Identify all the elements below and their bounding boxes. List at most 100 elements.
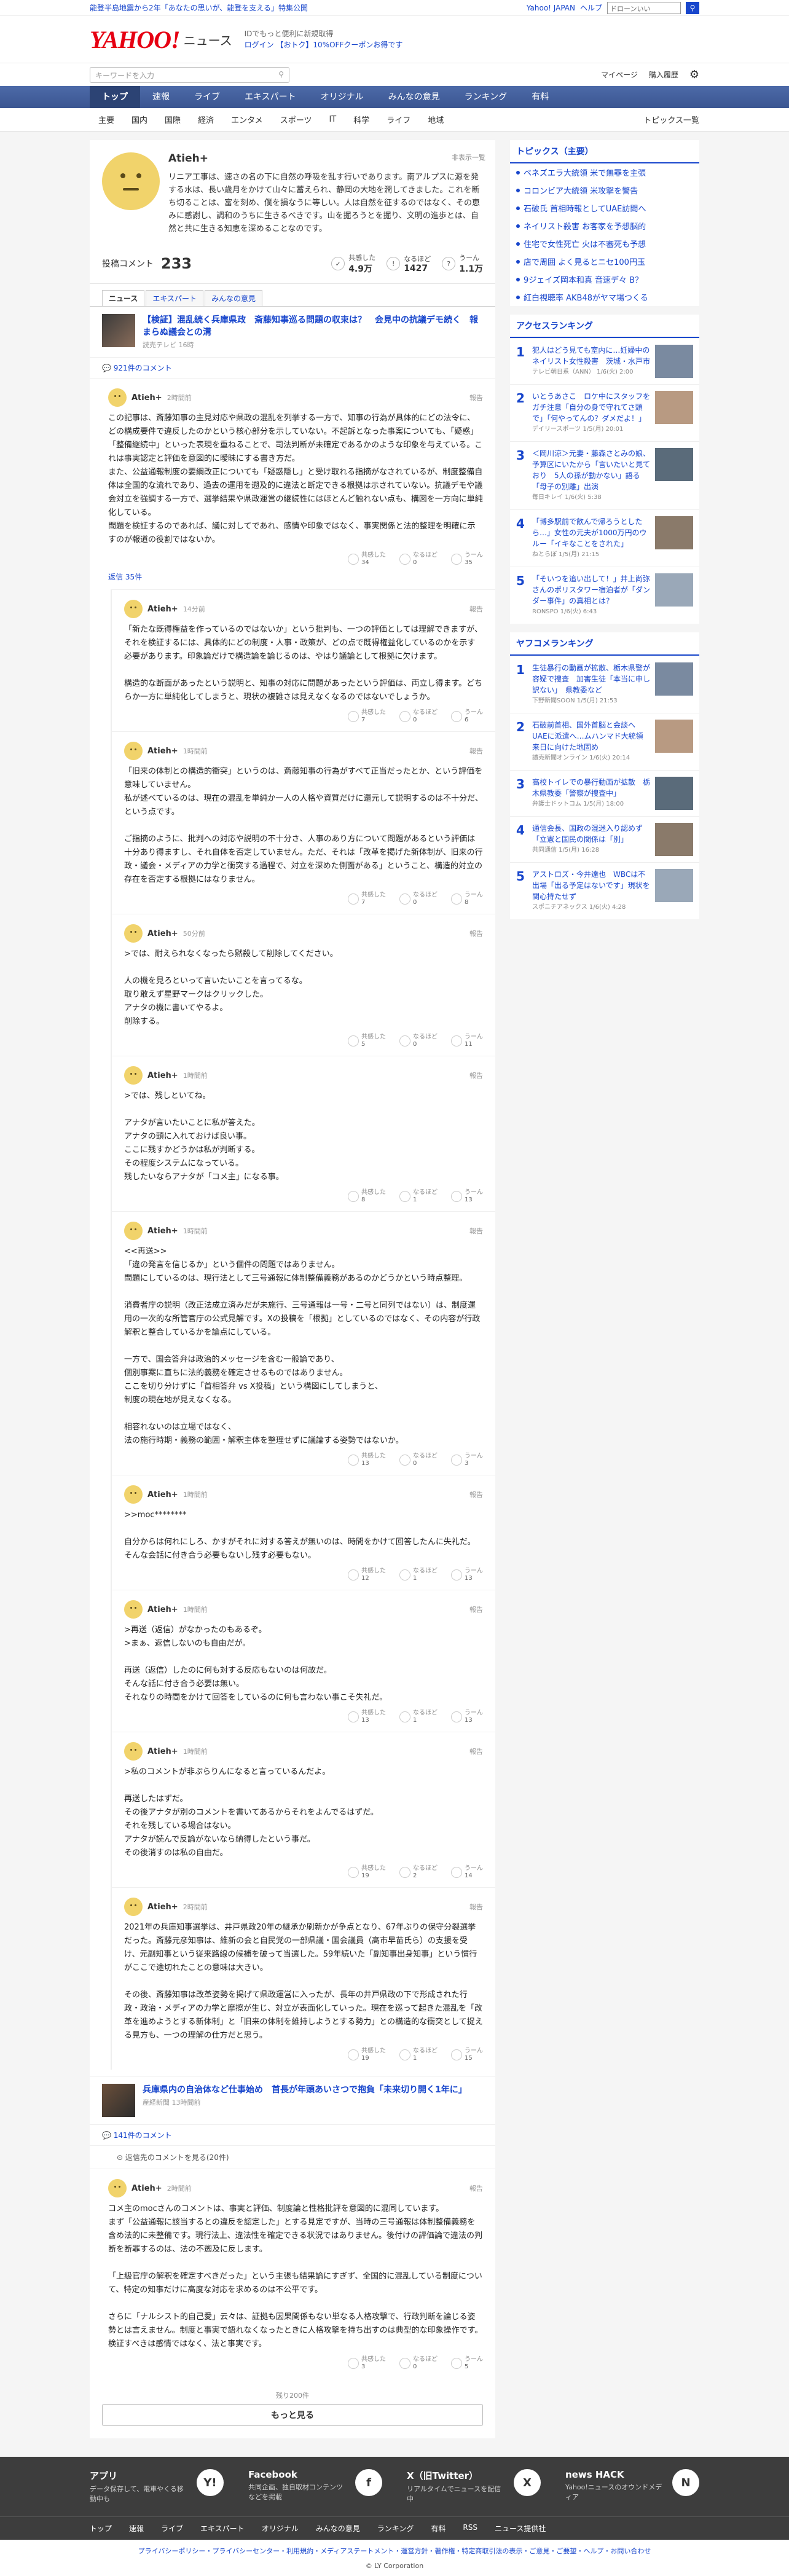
topic-label[interactable]: 9ジェイズ岡本和真 音速デ々 B？ xyxy=(524,273,643,285)
footer-nav-item[interactable]: RSS xyxy=(463,2523,477,2534)
gnav-ranking[interactable]: ランキング xyxy=(452,86,520,108)
footer-nav-item[interactable]: みんなの意見 xyxy=(316,2523,360,2534)
topic-item[interactable]: ネイリスト殺害 お客家を予想脳的 xyxy=(510,217,699,235)
report-link[interactable]: 報告 xyxy=(469,746,483,756)
hmm-button[interactable]: うーん 13 xyxy=(451,1568,483,1582)
ranking-item[interactable]: 3 ＜岡川涼＞元妻・藤森さとみの娘、予算区にいたから「言いたいと見ており 5人の孫… xyxy=(510,441,699,509)
naruhodo-button[interactable]: なるほど 0 xyxy=(399,892,438,906)
promo-line-1[interactable]: IDでもっと便利に新規取得 xyxy=(245,28,403,39)
report-link[interactable]: 報告 xyxy=(469,1604,483,1614)
hmm-button[interactable]: うーん 6 xyxy=(451,709,483,724)
comment-author[interactable]: Atieh+ xyxy=(147,1071,178,1080)
hmm-button[interactable]: うーん 5 xyxy=(451,2356,483,2371)
topic-item[interactable]: ベネズエラ大統領 米で無罪を主張 xyxy=(510,163,699,181)
yahoo-logo[interactable]: YAHOO! xyxy=(90,25,181,54)
naruhodo-button[interactable]: なるほど 0 xyxy=(399,1453,438,1467)
comment-author[interactable]: Atieh+ xyxy=(147,1227,178,1236)
comment-count-link[interactable]: 💬 141件のコメント xyxy=(90,2125,495,2145)
ranking-text[interactable]: アストロズ・今井達也 WBCは不出場「出る予定はないです」現状を関心持たせず スポ… xyxy=(532,869,650,913)
article-title[interactable]: 兵庫県内の自治体など仕事始め 首長が年頭あいさつで抱負「未来切り開く1年に」 xyxy=(143,2084,467,2096)
ranking-text[interactable]: 「博多駅前で飲んで帰ろうとしたら…」女性の元夫が1000万円のウルー「イキなこと… xyxy=(532,516,650,560)
footer-col-title[interactable]: アプリ xyxy=(90,2469,188,2482)
ranking-title[interactable]: アストロズ・今井達也 WBCは不出場「出る予定はないです」現状を関心持たせず xyxy=(532,870,650,901)
ranking-title[interactable]: 犯人はどう見ても室内に…妊婦中のネイリスト女性殺害 茨城・水戸市 xyxy=(532,346,650,366)
hmm-button[interactable]: うーん 14 xyxy=(451,1865,483,1880)
app-icon[interactable]: Y! xyxy=(197,2469,224,2496)
empathy-button[interactable]: 共感した 3 xyxy=(348,2356,386,2371)
cat-main[interactable]: 主要 xyxy=(90,114,123,125)
ranking-title[interactable]: 「そいつを追い出して！」井上尚弥さんのポリスタワー宿泊者が「ダンダー事件」の真相… xyxy=(532,575,650,605)
ranking-text[interactable]: 犯人はどう見ても室内に…妊婦中のネイリスト女性殺害 茨城・水戸市 テレビ朝日系（A… xyxy=(532,345,650,378)
report-link[interactable]: 報告 xyxy=(469,2183,483,2193)
ranking-text[interactable]: いとうあさこ ロケ中にスタッフをガチ注意「自分の身で守れてさ頭で」「何やってんの… xyxy=(532,391,650,435)
comment-author[interactable]: Atieh+ xyxy=(147,1903,178,1912)
hmm-button[interactable]: うーん 13 xyxy=(451,1189,483,1204)
report-link[interactable]: 報告 xyxy=(469,1490,483,1499)
topic-label[interactable]: 住宅で女性死亡 火は不審死も予想 xyxy=(524,238,646,249)
yahoo-japan-link[interactable]: Yahoo! JAPAN xyxy=(527,4,575,12)
ranking-title[interactable]: 通信会長、国政の混迷入り認めず「立憲と国民の関係は「別」 xyxy=(532,824,643,844)
gnav-top[interactable]: トップ xyxy=(90,86,140,108)
footer-nav-item[interactable]: オリジナル xyxy=(262,2523,299,2534)
ranking-text[interactable]: 「そいつを追い出して！」井上尚弥さんのポリスタワー宿泊者が「ダンダー事件」の真相… xyxy=(532,573,650,618)
topic-label[interactable]: 紅白視聴率 AKB48がヤマ場つくる xyxy=(524,291,648,303)
empathy-button[interactable]: 共感した 13 xyxy=(348,1710,386,1724)
comment-author[interactable]: Atieh+ xyxy=(147,605,178,614)
show-parent-comments[interactable]: ⊙ 返信先のコメントを見る(20件) xyxy=(90,2145,495,2169)
report-link[interactable]: 報告 xyxy=(469,604,483,614)
mypage-link[interactable]: マイページ xyxy=(601,69,638,80)
report-link[interactable]: 報告 xyxy=(469,1070,483,1080)
hmm-button[interactable]: うーん 11 xyxy=(451,1034,483,1048)
naruhodo-button[interactable]: なるほど 2 xyxy=(399,1865,438,1880)
ranking-text[interactable]: 高校トイレでの暴行動画が拡散 栃木県教委「警察が捜査中」 弁護士ドットコム 1/5… xyxy=(532,777,650,810)
footer-col[interactable]: Facebook 共同企画、独自取材コンテンツなどを掲載 f xyxy=(248,2469,382,2504)
empathy-button[interactable]: 共感した 7 xyxy=(348,709,386,724)
ranking-title[interactable]: 高校トイレでの暴行動画が拡散 栃木県教委「警察が捜査中」 xyxy=(532,778,650,798)
empathy-button[interactable]: 共感した 12 xyxy=(348,1568,386,1582)
hmm-button[interactable]: うーん 3 xyxy=(451,1453,483,1467)
article-card[interactable]: 兵庫県内の自治体など仕事始め 首長が年頭あいさつで抱負「未来切り開く1年に」 産… xyxy=(90,2076,495,2125)
announcement-link[interactable]: 能登半島地震から2年「あなたの思いが、能登を支える」特集公開 xyxy=(90,2,527,13)
report-link[interactable]: 報告 xyxy=(469,1902,483,1912)
ranking-item[interactable]: 4 「博多駅前で飲んで帰ろうとしたら…」女性の元夫が1000万円のウルー「イキなこ… xyxy=(510,509,699,567)
comment-author[interactable]: Atieh+ xyxy=(147,747,178,756)
naruhodo-button[interactable]: なるほど 1 xyxy=(399,1568,438,1582)
naruhodo-button[interactable]: なるほど 1 xyxy=(399,1710,438,1724)
ranking-item[interactable]: 3 高校トイレでの暴行動画が拡散 栃木県教委「警察が捜査中」 弁護士ドットコム 1/… xyxy=(510,770,699,816)
gnav-paid[interactable]: 有料 xyxy=(519,86,561,108)
topic-label[interactable]: 石破氏 首相時報としてUAE訪問へ xyxy=(524,202,646,214)
report-link[interactable]: 報告 xyxy=(469,929,483,938)
report-link[interactable]: 報告 xyxy=(469,1746,483,1756)
cat-sports[interactable]: スポーツ xyxy=(272,114,321,125)
cat-economy[interactable]: 経済 xyxy=(189,114,222,125)
cat-local[interactable]: 地域 xyxy=(419,114,452,125)
topic-label[interactable]: 店で周囲 よく見るとニセ100円玉 xyxy=(524,256,645,267)
facebook-icon[interactable]: f xyxy=(355,2469,382,2496)
topic-label[interactable]: ネイリスト殺害 お客家を予想脳的 xyxy=(524,220,646,232)
ranking-title[interactable]: 石破前首相、国外首脳と会談へ UAEに派遣へ…ムハンマド大統領来日に向けた地固め xyxy=(532,721,643,752)
footer-nav-item[interactable]: 有料 xyxy=(431,2523,446,2534)
article-title[interactable]: 【検証】混乱続く兵庫県政 斎藤知事巡る問題の収束は？ 会見中の抗議デモ続く 報ま… xyxy=(143,314,483,339)
empathy-button[interactable]: 共感した 19 xyxy=(348,1865,386,1880)
footer-col[interactable]: アプリ データ保存して、電車やくる移動中も Y! xyxy=(90,2469,224,2504)
promo-line-2[interactable]: ログイン 【おトク】10%OFFクーポンお得です xyxy=(245,39,403,50)
report-link[interactable]: 報告 xyxy=(469,393,483,402)
footer-nav-item[interactable]: ライブ xyxy=(161,2523,183,2534)
topic-label[interactable]: コロンビア大統領 米攻撃を警告 xyxy=(524,184,638,196)
topic-item[interactable]: 9ジェイズ岡本和真 音速デ々 B？ xyxy=(510,270,699,288)
ranking-title[interactable]: ＜岡川涼＞元妻・藤森さとみの娘、予算区にいたから「言いたいと見ており 5人の孫が… xyxy=(532,449,650,491)
cat-entertainment[interactable]: エンタメ xyxy=(222,114,272,125)
access-ranking-title[interactable]: アクセスランキング xyxy=(510,315,699,338)
topic-item[interactable]: コロンビア大統領 米攻撃を警告 xyxy=(510,181,699,199)
ranking-text[interactable]: 生徒暴行の動画が拡散、栃木県警が容疑で捜査 加害生徒「本当に申し訳ない」 県教委… xyxy=(532,662,650,707)
footer-nav-item[interactable]: トップ xyxy=(90,2523,112,2534)
news-logo-text[interactable]: ニュース xyxy=(184,31,232,49)
tab-news[interactable]: ニュース xyxy=(102,290,145,306)
report-link[interactable]: 報告 xyxy=(469,1226,483,1236)
empathy-button[interactable]: 共感した 8 xyxy=(348,1189,386,1204)
help-link[interactable]: ヘルプ xyxy=(580,2,602,13)
topic-item[interactable]: 店で周囲 よく見るとニセ100円玉 xyxy=(510,253,699,270)
gnav-live[interactable]: ライブ xyxy=(182,86,232,108)
ranking-item[interactable]: 1 犯人はどう見ても室内に…妊婦中のネイリスト女性殺害 茨城・水戸市 テレビ朝日系（… xyxy=(510,338,699,384)
purchase-history-link[interactable]: 購入履歴 xyxy=(649,69,678,80)
